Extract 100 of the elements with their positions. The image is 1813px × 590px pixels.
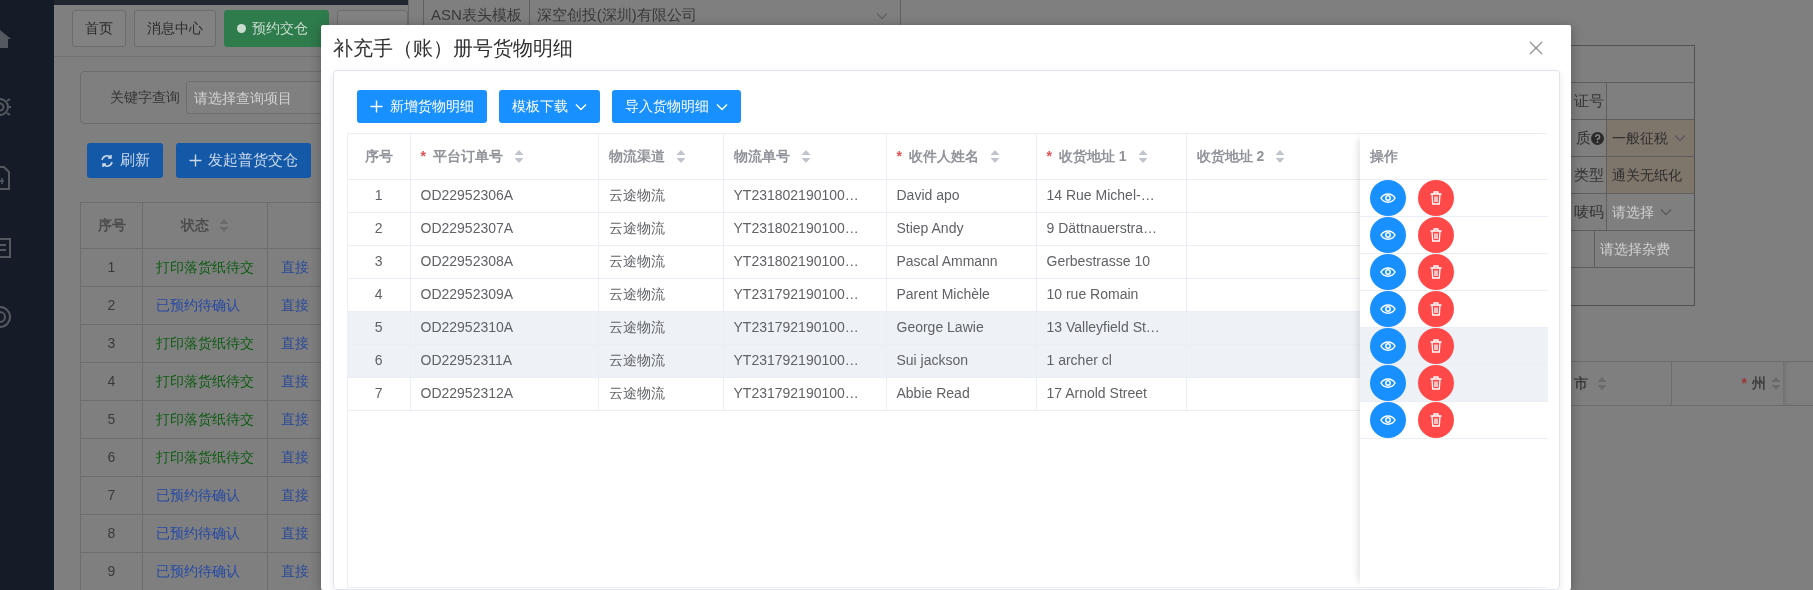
tab[interactable]: 预约交仓 — [224, 10, 330, 47]
delete-button[interactable] — [1418, 179, 1454, 215]
table-cell: Gerbestrasse 10 — [1036, 245, 1186, 278]
table-cell: Stiep Andy — [886, 212, 1036, 245]
dropdown-button[interactable]: 模板下载 — [499, 90, 600, 123]
delete-button[interactable] — [1418, 401, 1454, 437]
column-header: 序号 — [364, 146, 393, 166]
dropdown-button[interactable]: 导入货物明细 — [612, 90, 741, 123]
table-link[interactable]: 直接 — [281, 411, 309, 427]
table-cell: 1 — [348, 179, 410, 212]
eye-icon — [1380, 302, 1396, 315]
tab[interactable]: 消息中心 — [134, 10, 216, 47]
table-cell: 9 — [80, 552, 143, 590]
field-label: 类型 — [1574, 164, 1604, 185]
table-cell: OD22952310A — [410, 311, 598, 344]
eye-icon — [1380, 228, 1396, 241]
eye-icon — [1380, 339, 1396, 352]
column-header: 操作 — [1370, 146, 1398, 166]
field-label: 质 — [1576, 127, 1591, 148]
status-text: 已预约待确认 — [156, 563, 240, 579]
view-button[interactable] — [1370, 327, 1406, 363]
create-button[interactable]: 发起普货交仓 — [176, 143, 311, 178]
delete-button[interactable] — [1418, 216, 1454, 252]
sort-icon — [800, 148, 811, 164]
status-text: 已预约待确认 — [156, 297, 240, 313]
refresh-button[interactable]: 刷新 — [87, 143, 163, 178]
caret-icon — [716, 102, 728, 111]
table-cell: 云途物流 — [598, 179, 723, 212]
delete-button[interactable] — [1418, 364, 1454, 400]
sort-icon — [989, 148, 1000, 164]
trash-icon — [1430, 264, 1442, 279]
view-button[interactable] — [1370, 401, 1406, 437]
table-cell: 7 — [348, 377, 410, 410]
table-link[interactable]: 直接 — [281, 563, 309, 579]
table-link[interactable]: 直接 — [281, 525, 309, 541]
table-cell: YT231792190100… — [723, 377, 886, 410]
sort-icon — [675, 148, 686, 164]
table-link[interactable]: 直接 — [281, 449, 309, 465]
table-cell: 5 — [348, 311, 410, 344]
close-icon[interactable] — [1529, 40, 1543, 55]
table-link[interactable]: 直接 — [281, 297, 309, 313]
refresh-icon — [100, 153, 114, 168]
trash-icon — [1430, 190, 1442, 205]
file-plus-icon — [0, 166, 10, 190]
table-cell: 5 — [80, 400, 143, 439]
required-mark: * — [1741, 374, 1747, 393]
table-cell: YT231802190100… — [723, 179, 886, 212]
status-text: 打印落货纸待交 — [156, 335, 254, 351]
table-cell: 6 — [80, 438, 143, 477]
select-field[interactable]: 请选择 — [1606, 194, 1694, 230]
status-text: 已预约待确认 — [156, 487, 240, 503]
table-cell: Pascal Ammann — [886, 245, 1036, 278]
column-header: 州 — [1752, 374, 1766, 393]
table-cell: OD22952306A — [410, 179, 598, 212]
table-cell: 17 Arnold Street — [1036, 377, 1186, 410]
table-cell: YT231802190100… — [723, 245, 886, 278]
column-header: 平台订单号 — [432, 146, 503, 166]
search-label: 关键字查询 — [110, 88, 180, 107]
add-button[interactable]: 新增货物明细 — [357, 90, 487, 123]
delete-button[interactable] — [1418, 253, 1454, 289]
table-cell: YT231792190100… — [723, 311, 886, 344]
status-text: 打印落货纸待交 — [156, 411, 254, 427]
column-header: 收货地址 1 — [1058, 146, 1127, 166]
table-link[interactable]: 直接 — [281, 259, 309, 275]
view-button[interactable] — [1370, 179, 1406, 215]
table-cell: OD22952307A — [410, 212, 598, 245]
view-button[interactable] — [1370, 216, 1406, 252]
table-link[interactable]: 直接 — [281, 487, 309, 503]
gear-icon — [0, 96, 11, 118]
view-button[interactable] — [1370, 290, 1406, 326]
column-header: 市 — [1574, 374, 1588, 393]
eye-icon — [1380, 413, 1396, 426]
plus-icon — [189, 154, 202, 167]
table-link[interactable]: 直接 — [281, 335, 309, 351]
table-cell: 1 — [80, 248, 143, 287]
table-cell: 13 Valleyfield St… — [1036, 311, 1186, 344]
table-cell: David apo — [886, 179, 1036, 212]
delete-button[interactable] — [1418, 327, 1454, 363]
view-button[interactable] — [1370, 364, 1406, 400]
field-label: 证号 — [1574, 90, 1604, 111]
table-cell: 云途物流 — [598, 278, 723, 311]
input-field[interactable]: 请选择杂费 — [1594, 231, 1694, 267]
sort-icon — [1275, 148, 1286, 164]
tab[interactable]: 首页 — [72, 10, 126, 47]
view-button[interactable] — [1370, 253, 1406, 289]
table-cell: 10 rue Romain — [1036, 278, 1186, 311]
table-cell: George Lawie — [886, 311, 1036, 344]
table-cell: YT231792190100… — [723, 344, 886, 377]
table-cell: 2 — [348, 212, 410, 245]
required-mark: * — [420, 146, 426, 166]
table-link[interactable]: 直接 — [281, 373, 309, 389]
table-cell: OD22952309A — [410, 278, 598, 311]
delete-button[interactable] — [1418, 290, 1454, 326]
table-cell: YT231802190100… — [723, 212, 886, 245]
chevron-down-icon — [876, 11, 888, 20]
field-label: 唛码 — [1574, 201, 1604, 222]
eye-icon — [1380, 191, 1396, 204]
table-cell: Sui jackson — [886, 344, 1036, 377]
table-cell: 云途物流 — [598, 344, 723, 377]
table-cell: 14 Rue Michel-… — [1036, 179, 1186, 212]
